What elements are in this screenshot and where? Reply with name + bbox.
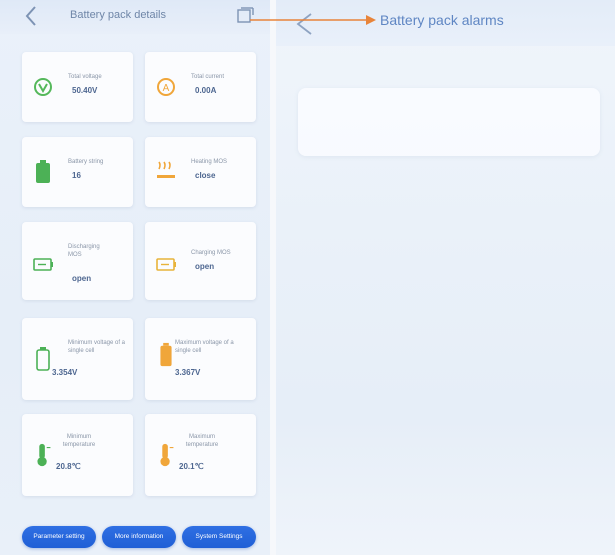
card-battery-string: Battery string 16 xyxy=(22,137,133,207)
label: Total current xyxy=(191,74,225,80)
card-heating-mos: Heating MOS close xyxy=(145,137,256,207)
label: Minimum voltage of a single cell xyxy=(68,340,126,354)
system-settings-button[interactable]: System Settings xyxy=(182,526,256,548)
label: Battery string xyxy=(68,159,104,165)
card-total-voltage: Total voltage 50.40V xyxy=(22,52,133,122)
value: 16 xyxy=(72,171,81,180)
alarm-list-panel xyxy=(298,88,600,156)
card-charging-mos: Charging MOS open xyxy=(145,222,256,300)
page-title: Battery pack details xyxy=(70,9,166,21)
card-max-cell-voltage: Maximum voltage of a single cell 3.367V xyxy=(145,318,256,400)
parameter-setting-button[interactable]: Parameter setting xyxy=(22,526,96,548)
label: Heating MOS xyxy=(191,159,228,165)
svg-text:A: A xyxy=(163,83,170,94)
header-bar: Battery pack details xyxy=(0,0,270,34)
bottom-button-bar: Parameter setting More information Syste… xyxy=(22,526,262,548)
value: 20.8℃ xyxy=(56,462,81,471)
value: 50.40V xyxy=(72,86,98,95)
voltage-icon xyxy=(34,78,52,96)
min-temp-icon xyxy=(37,443,51,467)
page-title: Battery pack alarms xyxy=(380,12,504,28)
max-cell-icon xyxy=(160,342,172,367)
value: open xyxy=(72,274,92,283)
annotation-arrow-icon xyxy=(250,15,376,25)
screenshot: Battery pack details Total voltage 50.40… xyxy=(0,0,615,555)
card-min-temperature: Minimum temperature 20.8℃ xyxy=(22,414,133,496)
battery-icon xyxy=(36,160,50,183)
card-total-current: A Total current 0.00A xyxy=(145,52,256,122)
label: Maximum voltage of a single cell xyxy=(175,340,234,354)
back-arrow-icon[interactable] xyxy=(22,4,40,28)
discharge-icon xyxy=(33,258,53,271)
value: 0.00A xyxy=(195,86,217,95)
charge-icon xyxy=(156,258,176,271)
max-temp-icon xyxy=(160,443,174,467)
label: Total voltage xyxy=(68,74,102,80)
value: 20.1℃ xyxy=(179,462,204,471)
value: 3.367V xyxy=(175,368,201,377)
battery-pack-details-screen: Battery pack details Total voltage 50.40… xyxy=(0,0,270,555)
min-cell-icon xyxy=(36,347,50,371)
label: Discharging MOS xyxy=(68,244,100,258)
current-icon: A xyxy=(157,78,175,96)
card-discharging-mos: Discharging MOS open xyxy=(22,222,133,300)
battery-pack-alarms-screen: Battery pack alarms xyxy=(276,0,615,555)
card-min-cell-voltage: Minimum voltage of a single cell 3.354V xyxy=(22,318,133,400)
label: Minimum temperature xyxy=(62,434,96,448)
card-max-temperature: Maximum temperature 20.1℃ xyxy=(145,414,256,496)
value: close xyxy=(195,171,216,180)
value: open xyxy=(195,262,215,271)
heating-icon xyxy=(157,161,175,178)
value: 3.354V xyxy=(52,368,78,377)
label: Charging MOS xyxy=(191,250,231,256)
more-information-button[interactable]: More information xyxy=(102,526,176,548)
label: Maximum temperature xyxy=(185,434,219,448)
